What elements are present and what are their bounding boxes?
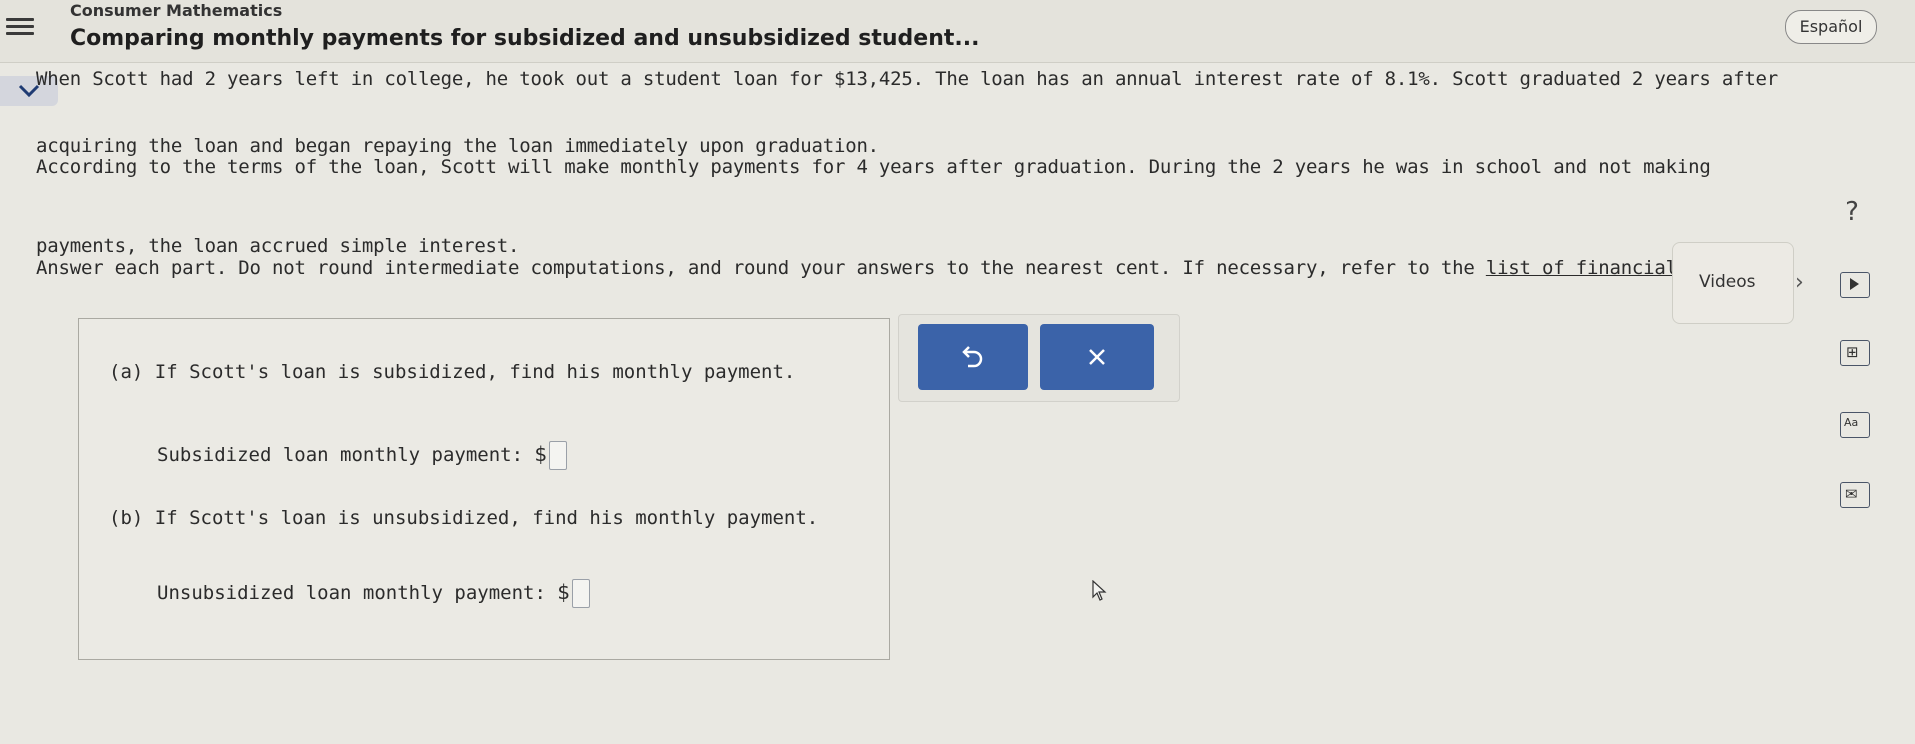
- part-a-label: Subsidized loan monthly payment:: [157, 444, 524, 466]
- part-b-currency: $: [557, 580, 571, 604]
- mouse-cursor-icon: [1092, 580, 1107, 601]
- part-b-label: Unsubsidized loan monthly payment:: [157, 582, 546, 604]
- play-icon[interactable]: [1840, 272, 1870, 298]
- problem-line-5: Answer each part. Do not round intermedi…: [36, 257, 1790, 279]
- language-button[interactable]: Español: [1785, 10, 1877, 44]
- top-bar: Consumer Mathematics Comparing monthly p…: [0, 0, 1915, 63]
- topic-title: Comparing monthly payments for subsidize…: [70, 26, 980, 51]
- undo-button[interactable]: [918, 324, 1028, 390]
- undo-icon: [962, 346, 983, 368]
- problem-line-1: When Scott had 2 years left in college, …: [36, 68, 1779, 90]
- calculator-icon[interactable]: ⊞: [1840, 340, 1870, 366]
- answer-area: (a) If Scott's loan is subsidized, find …: [78, 318, 890, 660]
- menu-icon[interactable]: [6, 14, 34, 44]
- mail-icon[interactable]: ✉: [1840, 482, 1870, 508]
- subsidized-payment-input[interactable]: [549, 441, 568, 470]
- problem-line-3: According to the terms of the loan, Scot…: [36, 156, 1711, 178]
- unsubsidized-payment-input[interactable]: [572, 579, 591, 608]
- problem-line-4: payments, the loan accrued simple intere…: [36, 235, 520, 257]
- close-icon: [1089, 349, 1105, 365]
- part-a-question: (a) If Scott's loan is subsidized, find …: [109, 361, 796, 383]
- videos-button[interactable]: Videos: [1672, 242, 1794, 324]
- problem-line-2: acquiring the loan and began repaying th…: [36, 135, 879, 157]
- clear-button[interactable]: [1040, 324, 1154, 390]
- text-size-icon[interactable]: Aa: [1840, 412, 1870, 438]
- part-b-answer-row: Unsubsidized loan monthly payment: $: [157, 579, 591, 608]
- part-b-question: (b) If Scott's loan is unsubsidized, fin…: [109, 507, 819, 529]
- course-title: Consumer Mathematics: [70, 1, 283, 20]
- instructions-text: Answer each part. Do not round intermedi…: [36, 257, 1486, 279]
- chevron-right-icon: ›: [1795, 270, 1804, 295]
- help-button[interactable]: ?: [1830, 190, 1874, 234]
- videos-label: Videos: [1699, 272, 1756, 292]
- part-a-answer-row: Subsidized loan monthly payment: $: [157, 441, 568, 470]
- part-a-currency: $: [534, 442, 548, 466]
